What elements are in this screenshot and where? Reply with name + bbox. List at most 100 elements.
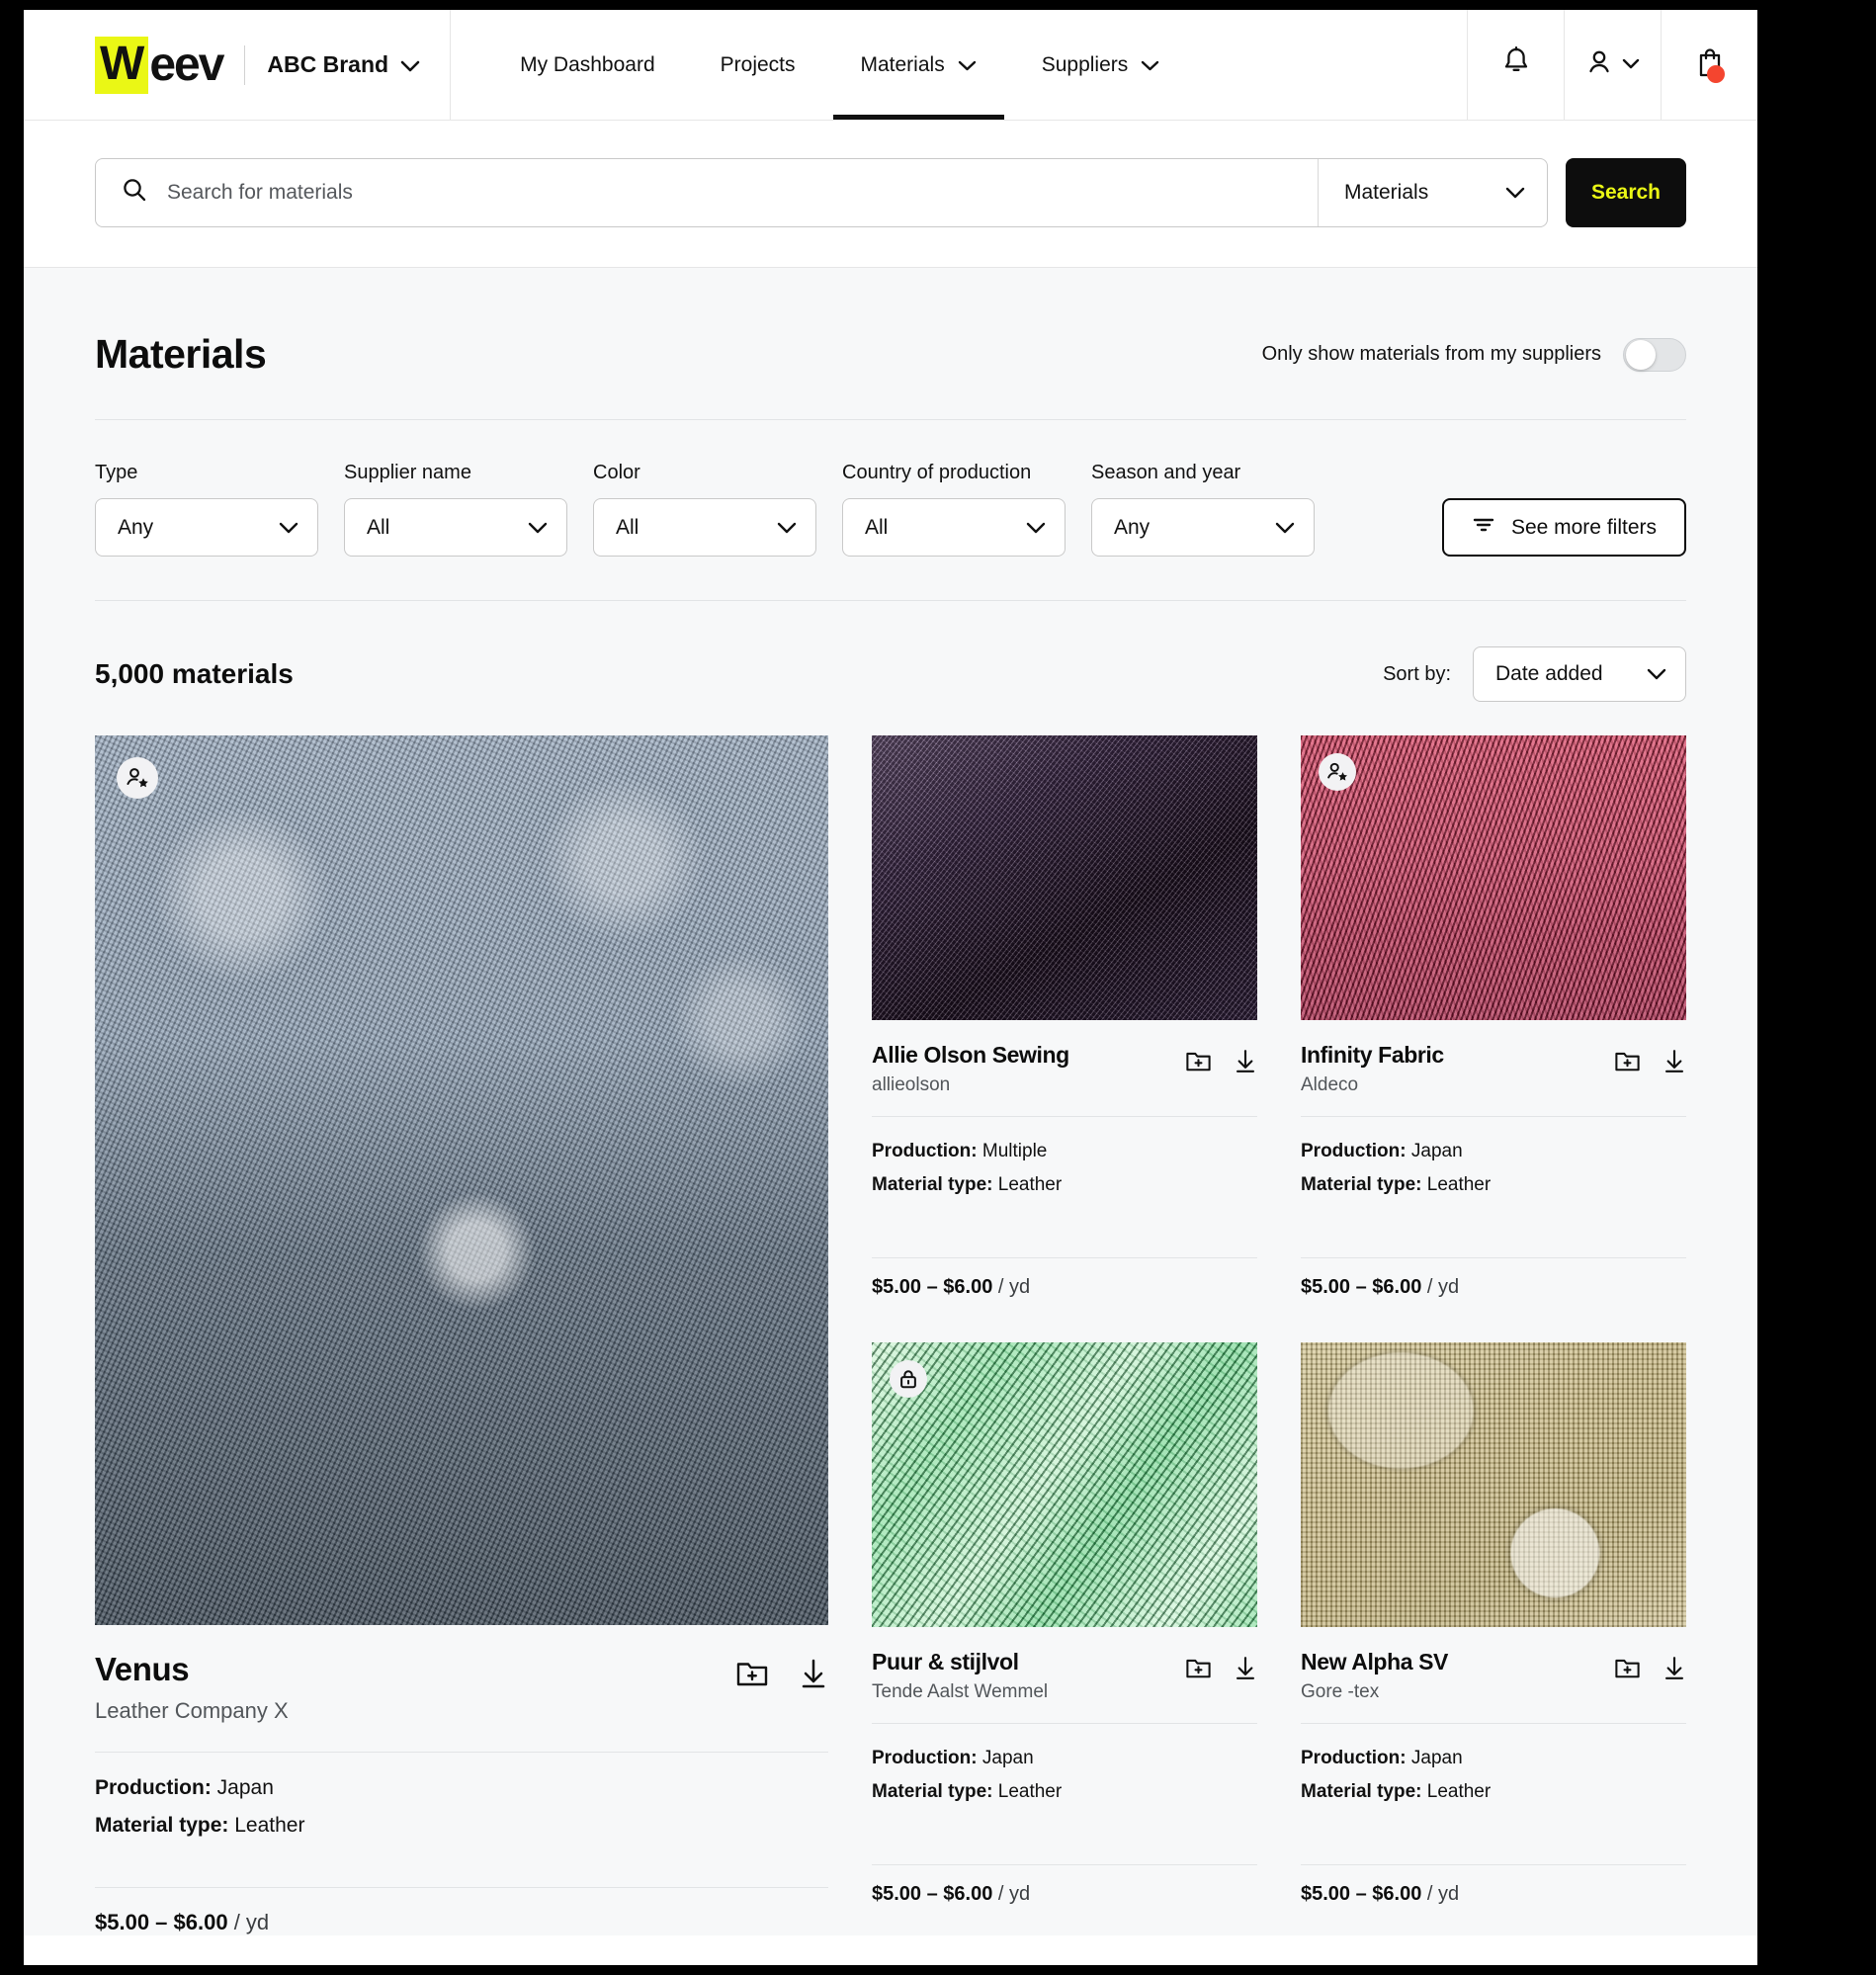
filter-value: All [616,515,640,539]
filters-row: Type Any Supplier name All Color All Cou… [95,420,1686,601]
production-label: Production: [872,1141,978,1161]
filter-value: Any [1114,515,1151,539]
material-card[interactable]: Venus Leather Company X Production: Japa… [95,735,828,1935]
chevron-down-icon [777,516,797,540]
material-card-header: Allie Olson Sewing allieolson [872,1020,1257,1096]
material-thumbnail[interactable] [872,735,1257,1020]
material-card[interactable]: Infinity Fabric Aldeco Production: Japan… [1301,735,1686,1299]
add-to-folder-icon[interactable] [1614,1655,1641,1681]
download-icon[interactable] [1234,1655,1257,1681]
cart-button[interactable] [1661,10,1757,120]
production-label: Production: [95,1776,212,1799]
results-count: 5,000 materials [95,658,294,689]
filter-supplier-name-select[interactable]: All [344,498,567,557]
filter-country-select[interactable]: All [842,498,1066,557]
material-production-row: Production: Japan [1301,1141,1686,1162]
search-bar-section: Search for materials Materials Search [24,121,1757,268]
add-to-folder-icon[interactable] [1185,1048,1212,1074]
search-scope-value: Materials [1344,181,1429,204]
material-price: $5.00 – $6.00 [95,1910,228,1934]
material-meta: Production: Japan Material type: Leather [95,1753,828,1859]
see-more-filters-button[interactable]: See more filters [1441,498,1686,557]
weev-logo[interactable]: W eev [95,36,224,94]
logo-wordmark: eev [149,38,224,91]
material-price: $5.00 – $6.00 [872,1883,993,1905]
sort-by-label: Sort by: [1383,662,1451,685]
filter-season-select[interactable]: Any [1091,498,1315,557]
chevron-down-icon [1141,53,1159,77]
material-card[interactable]: Puur & stijlvol Tende Aalst Wemmel Produ… [872,1342,1257,1906]
material-card-actions [1185,1042,1257,1074]
material-card[interactable]: Allie Olson Sewing allieolson Production… [872,735,1257,1299]
material-type-label: Material type: [872,1781,993,1802]
chevron-down-icon [958,53,977,77]
account-button[interactable] [1564,10,1661,120]
material-thumbnail[interactable] [1301,735,1686,1020]
material-thumbnail[interactable] [95,735,828,1625]
download-icon[interactable] [799,1657,828,1690]
material-meta: Production: Japan Material type: Leather [872,1724,1257,1837]
nav-item-materials[interactable]: Materials [832,10,1004,120]
brand-zone: W eev ABC Brand [24,10,452,120]
nav-item-my-dashboard[interactable]: My Dashboard [492,10,683,120]
download-icon[interactable] [1234,1048,1257,1074]
search-box: Search for materials Materials [95,158,1548,227]
material-card-actions [1614,1649,1686,1681]
lock-icon[interactable] [890,1360,927,1398]
filter-type-select[interactable]: Any [95,498,318,557]
material-price-unit: / yd [1426,1276,1460,1298]
material-thumbnail[interactable] [872,1342,1257,1627]
download-icon[interactable] [1663,1655,1686,1681]
page-title: Materials [95,331,267,377]
nav-label: Projects [720,52,796,76]
production-value: Japan [981,1748,1034,1768]
brand-divider [244,44,246,85]
material-type-row: Material type: Leather [872,1174,1257,1196]
nav-label: Suppliers [1041,52,1129,76]
notifications-button[interactable] [1467,10,1564,120]
search-button[interactable]: Search [1566,158,1686,227]
filter-supplier-name: Supplier name All [344,462,567,557]
nav-item-projects[interactable]: Projects [693,10,823,120]
bell-icon [1500,45,1532,84]
material-type-row: Material type: Leather [95,1814,828,1838]
filter-color-select[interactable]: All [593,498,816,557]
brand-name: ABC Brand [267,51,389,77]
brand-selector[interactable]: ABC Brand [267,51,420,78]
material-type-row: Material type: Leather [1301,1781,1686,1803]
download-icon[interactable] [1663,1048,1686,1074]
material-card-header: Puur & stijlvol Tende Aalst Wemmel [872,1627,1257,1703]
production-value: Multiple [981,1141,1048,1161]
chevron-down-icon [1622,56,1640,74]
filter-label: Color [593,462,640,483]
header-action-icons [1467,10,1757,120]
small-card-column-right: Infinity Fabric Aldeco Production: Japan… [1301,735,1686,1935]
nav-item-suppliers[interactable]: Suppliers [1014,10,1188,120]
toggle-knob [1626,339,1656,370]
featured-card-column: Venus Leather Company X Production: Japa… [95,735,828,1935]
material-thumbnail[interactable] [1301,1342,1686,1627]
supplier-toggle[interactable] [1623,337,1686,372]
chevron-down-icon [279,516,298,540]
chevron-down-icon [1026,516,1046,540]
preferred-supplier-icon[interactable] [1319,753,1356,791]
search-scope-select[interactable]: Materials [1318,159,1547,226]
add-to-folder-icon[interactable] [735,1657,769,1690]
add-to-folder-icon[interactable] [1614,1048,1641,1074]
material-supplier: Leather Company X [95,1698,289,1723]
filter-season-and-year: Season and year Any [1091,462,1315,557]
material-card[interactable]: New Alpha SV Gore -tex Production: Japan… [1301,1342,1686,1906]
page-title-row: Materials Only show materials from my su… [95,268,1686,420]
sort-select[interactable]: Date added [1473,646,1686,702]
search-input[interactable]: Search for materials [96,159,1318,226]
page-body: Materials Only show materials from my su… [24,268,1757,1935]
material-price-row: $5.00 – $6.00 / yd [1301,1865,1686,1906]
material-type-label: Material type: [872,1174,993,1195]
material-name: Puur & stijlvol [872,1649,1019,1674]
filter-label: Supplier name [344,462,471,483]
add-to-folder-icon[interactable] [1185,1655,1212,1681]
preferred-supplier-icon[interactable] [117,757,158,799]
material-meta: Production: Japan Material type: Leather [1301,1117,1686,1230]
chevron-down-icon [1505,181,1525,205]
nav-label: Materials [860,52,945,76]
